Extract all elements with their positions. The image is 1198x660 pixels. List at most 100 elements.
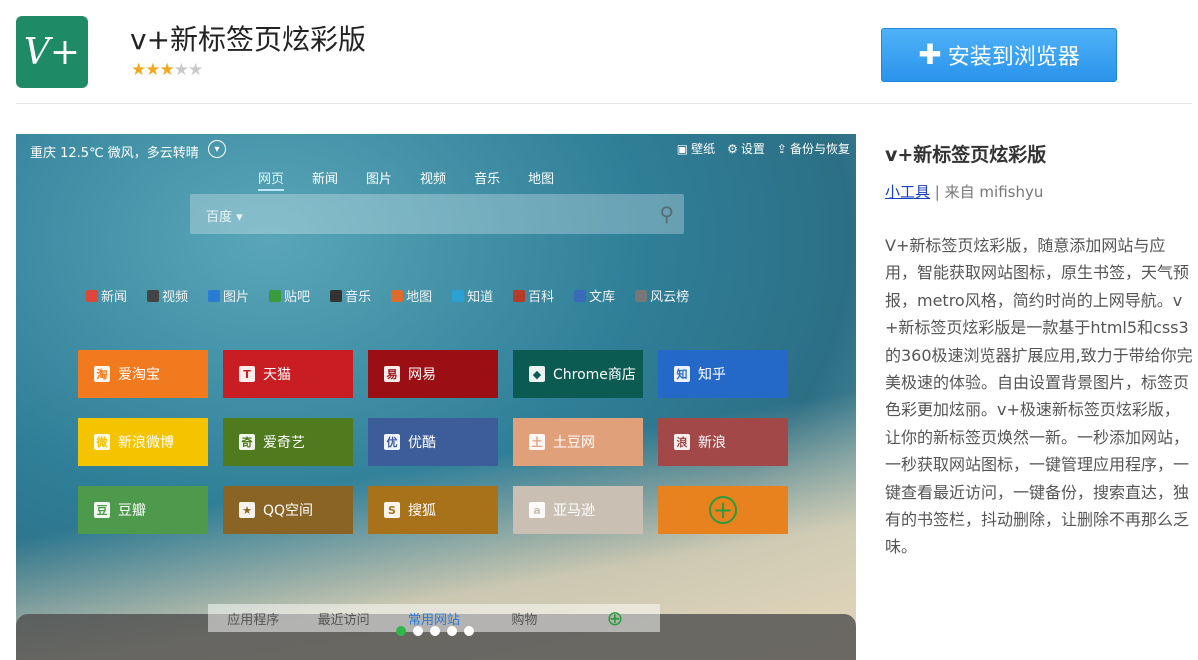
quick-link-icon (452, 289, 465, 302)
site-tile[interactable]: 浪新浪 (658, 418, 788, 466)
search-tab[interactable]: 网页 (258, 168, 285, 191)
site-tile-icon: T (239, 366, 255, 382)
quick-link-icon (513, 289, 526, 302)
bottom-tab[interactable]: 最近访问 (298, 609, 388, 628)
search-tab[interactable]: 地图 (528, 168, 554, 191)
quick-link-label: 视频 (162, 290, 189, 305)
site-tile-icon: 淘 (94, 366, 110, 382)
quick-link[interactable]: 贴吧 (269, 286, 310, 305)
site-tile[interactable]: 淘爱淘宝 (78, 350, 208, 398)
site-tile-icon: ◆ (529, 366, 545, 382)
quick-link-label: 贴吧 (284, 290, 311, 305)
site-tile[interactable]: 奇爱奇艺 (223, 418, 353, 466)
info-panel: v+新标签页炫彩版 小工具 | 来自 mifishyu V+新标签页炫彩版，随意… (885, 134, 1195, 561)
page-dot[interactable] (430, 626, 440, 636)
site-tile[interactable]: 微新浪微博 (78, 418, 208, 466)
bottom-tab[interactable]: 常用网站 (389, 609, 479, 628)
quick-link[interactable]: 地图 (391, 286, 432, 305)
search-tab[interactable]: 视频 (420, 168, 446, 191)
top-actions: ▣ 壁纸 ⚙ 设置 ⇪ 备份与恢复 (677, 140, 850, 157)
quick-link[interactable]: 风云榜 (635, 286, 689, 305)
app-title: v+新标签页炫彩版 (130, 23, 367, 56)
chevron-down-icon[interactable]: ▾ (208, 140, 226, 158)
site-tile-icon: 浪 (674, 434, 690, 450)
site-tile-icon: 豆 (94, 502, 110, 518)
site-tile-label: 爱奇艺 (263, 435, 305, 451)
quick-link[interactable]: 视频 (147, 286, 188, 305)
quick-link-icon (635, 289, 648, 302)
top-action-label: 设置 (740, 142, 765, 156)
quick-link[interactable]: 百科 (513, 286, 554, 305)
top-action-1[interactable]: ⚙ 设置 (727, 140, 765, 157)
description: V+新标签页炫彩版，随意添加网站与应用，智能获取网站图标，原生书签，天气预报，m… (885, 236, 1193, 557)
quick-link-label: 风云榜 (650, 290, 690, 305)
site-tile[interactable]: 优优酷 (368, 418, 498, 466)
star-icon: ★ (131, 60, 146, 80)
site-tile-label: 爱淘宝 (118, 367, 160, 383)
quick-link-icon (391, 289, 404, 302)
quick-link-label: 地图 (406, 290, 433, 305)
quick-link-label: 百科 (528, 290, 555, 305)
site-tile[interactable]: a 亚马逊 (513, 486, 643, 534)
page-dot[interactable] (464, 626, 474, 636)
site-tile[interactable]: 豆豆瓣 (78, 486, 208, 534)
search-tab[interactable]: 音乐 (474, 168, 500, 191)
plus-icon: ✚ (918, 38, 942, 71)
site-tile[interactable]: 知知乎 (658, 350, 788, 398)
site-tile-icon: 奇 (239, 434, 255, 450)
search-tabs: 网页 新闻 图片 视频 音乐 地图 (258, 168, 554, 191)
add-tile[interactable]: + (658, 486, 788, 534)
search-icon[interactable]: ⚲ (659, 202, 674, 226)
top-action-0[interactable]: ▣ 壁纸 (677, 140, 715, 157)
quick-link[interactable]: 图片 (208, 286, 249, 305)
page-dot[interactable] (396, 626, 406, 636)
site-tile-label: 新浪微博 (118, 435, 174, 451)
bottom-tab[interactable]: 购物 (479, 609, 569, 628)
site-tile-icon: a (529, 502, 545, 518)
search-tab[interactable]: 新闻 (312, 168, 338, 191)
site-tile[interactable]: ◆ Chrome商店 (513, 350, 643, 398)
plus-icon: + (709, 496, 737, 524)
star-icon: ★ (159, 60, 175, 80)
page-dot[interactable] (447, 626, 457, 636)
app-header: V+ v+新标签页炫彩版 ★★★★★ ✚ 安装到浏览器 (0, 0, 1198, 104)
site-tile[interactable]: S 搜狐 (368, 486, 498, 534)
search-engine-select[interactable]: 百度 ▾ (206, 206, 243, 225)
site-tile[interactable]: 土土豆网 (513, 418, 643, 466)
category-link[interactable]: 小工具 (885, 183, 930, 201)
quick-link-label: 新闻 (101, 290, 128, 305)
site-tile-icon: 优 (384, 434, 400, 450)
site-tile-label: 土豆网 (553, 435, 595, 451)
top-action-2[interactable]: ⇪ 备份与恢复 (777, 140, 850, 157)
screenshot-topbar: 重庆 12.5℃ 微风，多云转晴 ▾ ▣ 壁纸 ⚙ 设置 ⇪ 备份与恢复 (16, 134, 856, 164)
site-tile-label: 豆瓣 (118, 503, 146, 519)
quick-link-label: 文库 (589, 290, 616, 305)
star-icon: ★ (173, 60, 189, 80)
quick-link[interactable]: 新闻 (86, 286, 127, 305)
page-dots (396, 626, 474, 636)
quick-link[interactable]: 音乐 (330, 286, 371, 305)
site-tile[interactable]: 易网易 (368, 350, 498, 398)
quick-link-icon (330, 289, 343, 302)
plus-circle-icon[interactable]: ⊕ (570, 606, 660, 630)
quick-link[interactable]: 文库 (574, 286, 615, 305)
quick-link[interactable]: 知道 (452, 286, 493, 305)
bottom-tab[interactable]: 应用程序 (208, 609, 298, 628)
site-tiles: 淘爱淘宝 T 天猫易网易 ◆ Chrome商店知知乎微新浪微博奇爱奇艺优优酷土土豆网浪新… (78, 350, 788, 534)
site-tile[interactable]: ★ QQ空间 (223, 486, 353, 534)
quick-link-label: 图片 (223, 290, 250, 305)
site-tile-label: 优酷 (408, 435, 436, 451)
site-tile-icon: 土 (529, 434, 545, 450)
install-button[interactable]: ✚ 安装到浏览器 (881, 28, 1117, 82)
top-action-label: 壁纸 (691, 142, 716, 156)
search-tab[interactable]: 图片 (366, 168, 392, 191)
quick-link-icon (269, 289, 282, 302)
app-screenshot[interactable]: 重庆 12.5℃ 微风，多云转晴 ▾ ▣ 壁纸 ⚙ 设置 ⇪ 备份与恢复 网页 新闻 图片 视频… (16, 134, 856, 660)
site-tile[interactable]: T 天猫 (223, 350, 353, 398)
quick-links: 新闻 视频 图片 贴吧 音乐 地图 知道 百科 文库 风云榜 (86, 286, 689, 305)
site-tile-icon: 微 (94, 434, 110, 450)
search-input[interactable]: 百度 ▾ ⚲ (190, 194, 684, 234)
site-tile-label: QQ空间 (263, 503, 314, 519)
page-dot[interactable] (413, 626, 423, 636)
meta-separator: | (934, 183, 940, 201)
